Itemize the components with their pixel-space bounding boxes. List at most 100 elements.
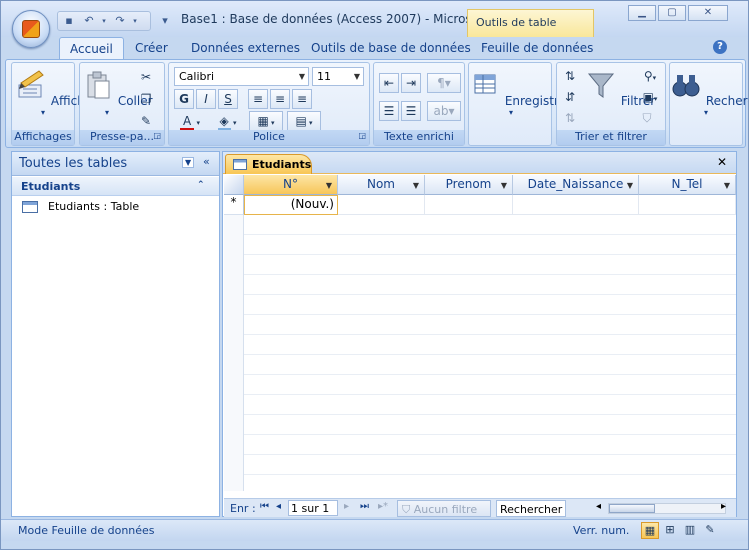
presse-launcher-icon[interactable]: ◲ bbox=[153, 131, 161, 140]
enregistrements-button[interactable]: Enregistrements ▾ bbox=[469, 69, 604, 117]
column-header-prenom[interactable]: Prenom ▼ bbox=[425, 175, 513, 195]
new-record-date-cell[interactable] bbox=[513, 195, 639, 215]
column-filter-arrow-icon[interactable]: ▼ bbox=[627, 181, 633, 190]
alternate-fill-button[interactable]: ▤ ▾ bbox=[287, 111, 321, 131]
font-color-button[interactable]: A ▾ bbox=[174, 111, 206, 131]
collapse-group-icon[interactable]: ⌃ bbox=[197, 180, 205, 190]
horizontal-scrollbar-track[interactable] bbox=[608, 503, 726, 514]
toggle-filter-icon[interactable]: ⛉ bbox=[637, 108, 657, 128]
group-affichages: Affichage ▾ Affichages bbox=[11, 62, 107, 146]
scroll-left-icon[interactable]: ◂ bbox=[596, 501, 601, 512]
new-record-prenom-cell[interactable] bbox=[425, 195, 513, 215]
sort-ascending-icon[interactable]: ⇅ bbox=[560, 66, 580, 86]
clear-sort-icon[interactable]: ⇅ bbox=[560, 108, 580, 128]
copy-icon[interactable]: ❐ bbox=[136, 89, 156, 109]
record-label: Enr : bbox=[230, 502, 256, 515]
group-police: Calibri ▼ 11 ▼ G I S ≡ ≡ ≡ A ▾ ◈ ▾ ▦ ▾ ▤ ▾ bbox=[168, 62, 370, 146]
last-record-icon[interactable]: ⏭ bbox=[360, 501, 369, 512]
save-icon[interactable]: ▪ bbox=[63, 15, 75, 27]
undo-dropdown-icon[interactable]: ▾ bbox=[98, 15, 110, 27]
select-all-corner[interactable] bbox=[224, 175, 244, 195]
search-input[interactable]: Rechercher bbox=[496, 500, 566, 517]
column-filter-arrow-icon[interactable]: ▼ bbox=[501, 181, 507, 190]
tab-feuille-donnees[interactable]: Feuille de données bbox=[471, 37, 603, 59]
filter-icon bbox=[587, 73, 615, 98]
column-filter-arrow-icon[interactable]: ▼ bbox=[413, 181, 419, 190]
horizontal-scrollbar-thumb[interactable] bbox=[609, 504, 655, 513]
column-header-numero[interactable]: N° ▼ bbox=[244, 175, 338, 195]
coller-button[interactable]: Coller ▾ bbox=[82, 69, 153, 117]
customize-qat-icon[interactable]: ▾ bbox=[159, 15, 171, 27]
document-tab-etudiants[interactable]: Etudiants bbox=[225, 154, 312, 174]
nav-pane-header[interactable]: Toutes les tables ▼ « bbox=[12, 152, 219, 176]
police-launcher-icon[interactable]: ◲ bbox=[358, 131, 366, 140]
align-left-button[interactable]: ≡ bbox=[248, 89, 268, 109]
tab-creer[interactable]: Créer bbox=[125, 37, 178, 59]
redo-icon[interactable]: ↷ bbox=[114, 15, 126, 27]
first-record-icon[interactable]: ⏮ bbox=[260, 501, 269, 512]
filter-status-button[interactable]: ⛉ Aucun filtre bbox=[397, 500, 491, 517]
advanced-filter-icon[interactable]: ▣▾ bbox=[637, 87, 663, 107]
column-filter-arrow-icon[interactable]: ▼ bbox=[724, 181, 730, 190]
font-size-combo[interactable]: 11 ▼ bbox=[312, 67, 364, 86]
enregistrements-dropdown-icon: ▾ bbox=[508, 108, 513, 117]
cut-icon[interactable]: ✂ bbox=[136, 67, 156, 87]
shutter-bar-close-icon[interactable]: « bbox=[203, 155, 210, 168]
document-tab-bar: Etudiants ✕ bbox=[223, 152, 736, 174]
selection-filter-icon[interactable]: ⚲▾ bbox=[637, 66, 663, 86]
design-view-button[interactable]: ✎ bbox=[701, 522, 719, 539]
rechercher-button[interactable]: Rechercher ▾ bbox=[670, 69, 748, 117]
tab-donnees-externes[interactable]: Données externes bbox=[181, 37, 310, 59]
new-record-numero-cell[interactable]: (Nouv.) bbox=[244, 195, 338, 215]
group-presse-papiers: Coller ▾ ✂ ❐ ✎ Presse-pa... ◲ bbox=[79, 62, 165, 146]
new-record-nom-cell[interactable] bbox=[338, 195, 425, 215]
close-document-icon[interactable]: ✕ bbox=[717, 155, 727, 169]
align-center-button[interactable]: ≡ bbox=[270, 89, 290, 109]
highlight-button[interactable]: ab▾ bbox=[427, 101, 461, 121]
nav-item-etudiants-table[interactable]: Etudiants : Table bbox=[22, 199, 212, 216]
tab-accueil[interactable]: Accueil bbox=[59, 37, 124, 59]
close-window-button[interactable]: ✕ bbox=[688, 5, 728, 21]
sort-descending-icon[interactable]: ⇵ bbox=[560, 87, 580, 107]
new-record-icon[interactable]: ▸* bbox=[378, 501, 388, 512]
underline-button[interactable]: S bbox=[218, 89, 238, 109]
filtrer-button[interactable]: Filtrer bbox=[585, 69, 655, 108]
fill-color-button[interactable]: ◈ ▾ bbox=[211, 111, 243, 131]
paragraph-direction-button[interactable]: ¶▾ bbox=[427, 73, 461, 93]
minimize-button[interactable]: ▁ bbox=[628, 5, 656, 21]
undo-icon[interactable]: ↶ bbox=[83, 15, 95, 27]
gridlines-button[interactable]: ▦ ▾ bbox=[249, 111, 283, 131]
decrease-indent-button[interactable]: ⇤ bbox=[379, 73, 399, 93]
pivotchart-view-button[interactable]: ▥ bbox=[681, 522, 699, 539]
new-record-selector[interactable]: * bbox=[224, 195, 244, 215]
maximize-button[interactable]: ▢ bbox=[658, 5, 686, 21]
column-filter-arrow-icon[interactable]: ▼ bbox=[326, 181, 332, 190]
tab-outils-bdd[interactable]: Outils de base de données bbox=[301, 37, 481, 59]
nav-menu-dropdown-icon[interactable]: ▼ bbox=[182, 157, 195, 168]
window-title: Base1 : Base de données (Access 2007) - … bbox=[181, 12, 494, 26]
column-header-n-tel[interactable]: N_Tel ▼ bbox=[639, 175, 736, 195]
increase-indent-button[interactable]: ⇥ bbox=[401, 73, 421, 93]
scroll-right-icon[interactable]: ▸ bbox=[721, 501, 726, 512]
align-right-button[interactable]: ≡ bbox=[292, 89, 312, 109]
current-record-input[interactable]: 1 sur 1 bbox=[288, 500, 338, 516]
bold-button[interactable]: G bbox=[174, 89, 194, 109]
affichage-button[interactable]: Affichage ▾ bbox=[15, 69, 107, 117]
group-label-presse-papiers: Presse-pa... ◲ bbox=[80, 130, 164, 145]
next-record-icon[interactable]: ▸ bbox=[344, 501, 349, 512]
column-header-nom[interactable]: Nom ▼ bbox=[338, 175, 425, 195]
help-icon[interactable]: ? bbox=[713, 40, 727, 54]
numbered-list-button[interactable]: ☰ bbox=[379, 101, 399, 121]
previous-record-icon[interactable]: ◂ bbox=[276, 501, 281, 512]
format-painter-icon[interactable]: ✎ bbox=[136, 111, 156, 131]
italic-button[interactable]: I bbox=[196, 89, 216, 109]
nav-group-etudiants[interactable]: Etudiants ⌃ bbox=[12, 177, 219, 196]
bullet-list-button[interactable]: ☰ bbox=[401, 101, 421, 121]
datasheet-view-button[interactable]: ▦ bbox=[641, 522, 659, 539]
font-name-combo[interactable]: Calibri ▼ bbox=[174, 67, 309, 86]
new-record-tel-cell[interactable] bbox=[639, 195, 736, 215]
pivottable-view-button[interactable]: ⊞ bbox=[661, 522, 679, 539]
navigation-pane: Toutes les tables ▼ « Etudiants ⌃ Etudia… bbox=[11, 151, 220, 517]
column-header-date-naissance[interactable]: Date_Naissance ▼ bbox=[513, 175, 639, 195]
redo-dropdown-icon[interactable]: ▾ bbox=[129, 15, 141, 27]
